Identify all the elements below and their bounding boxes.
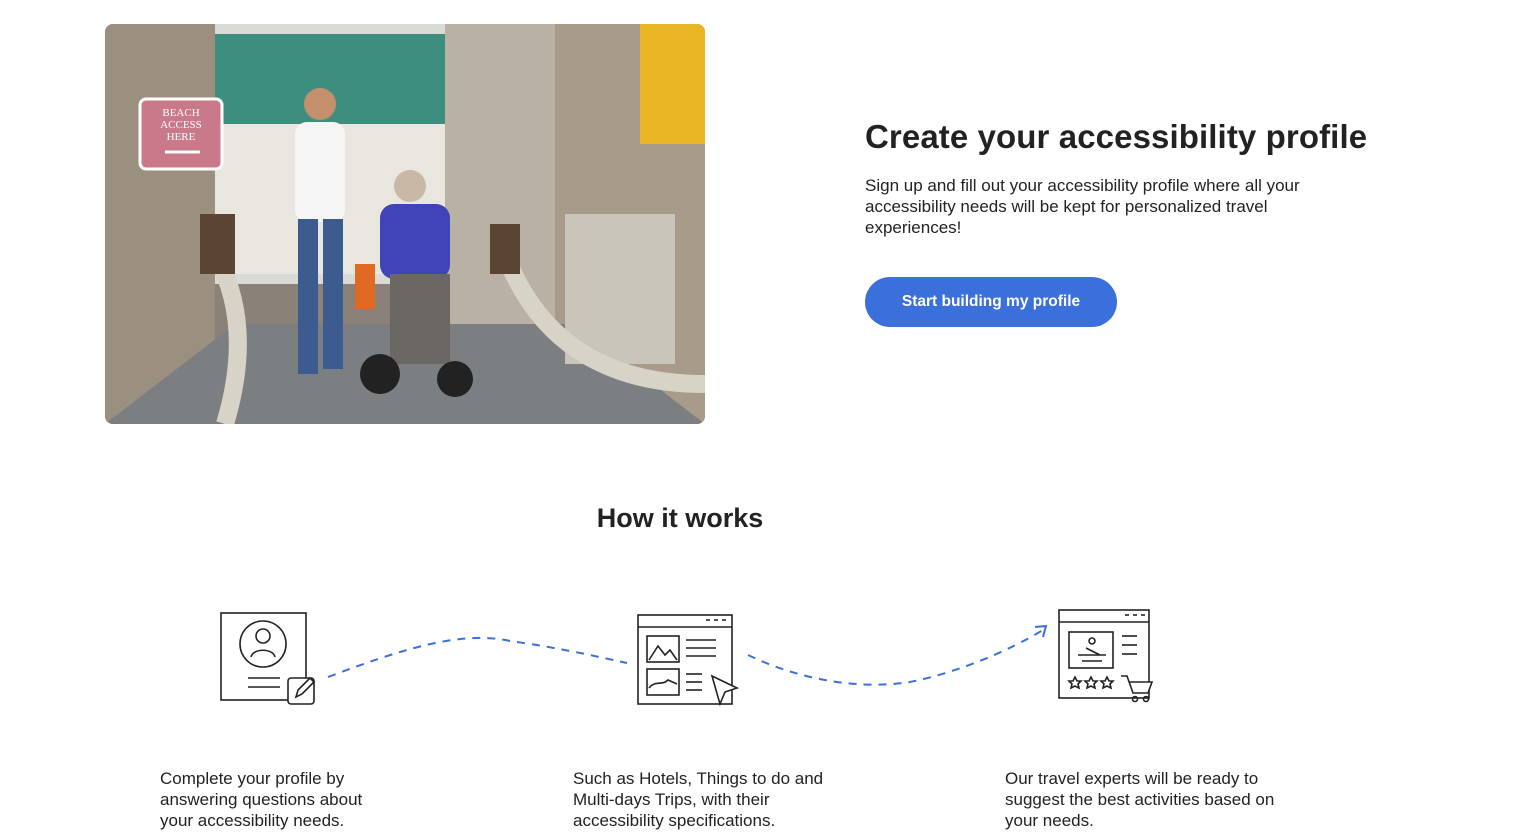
start-building-profile-button[interactable]: Start building my profile xyxy=(865,277,1117,327)
how-it-works-title: How it works xyxy=(596,503,764,533)
listing-browser-icon xyxy=(637,614,740,707)
how-it-works-diagram xyxy=(220,609,1154,707)
sign-line-2: ACCESS xyxy=(160,119,202,131)
profile-document-icon xyxy=(220,612,316,705)
page: BEACH ACCESS HERE Create your accessibil… xyxy=(0,0,1538,834)
step-1-text: Complete your profile by answering quest… xyxy=(160,769,363,830)
hero-photo: BEACH ACCESS HERE xyxy=(105,24,705,424)
hero-title: Create your accessibility profile xyxy=(865,118,1368,155)
activity-booking-icon xyxy=(1058,609,1154,703)
step-3-text: Our travel experts will be ready to sugg… xyxy=(1005,769,1275,830)
sign-line-1: BEACH xyxy=(162,107,199,119)
connector-dashes-1 xyxy=(327,636,628,678)
sign-line-3: HERE xyxy=(167,131,196,143)
step-2-text: Such as Hotels, Things to do and Multi-d… xyxy=(573,769,824,830)
connector-dashes-2 xyxy=(747,629,1044,686)
hero-description: Sign up and fill out your accessibility … xyxy=(865,176,1300,237)
